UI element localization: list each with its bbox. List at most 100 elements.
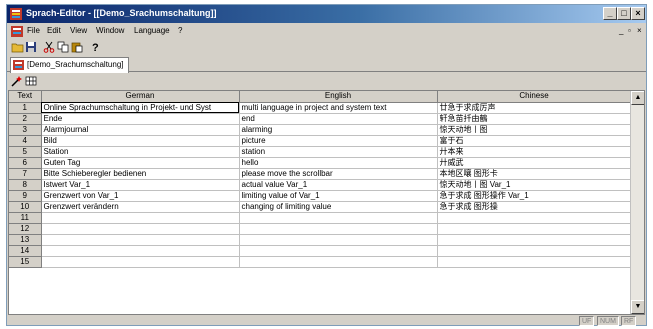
table-row[interactable]: 11: [9, 212, 632, 224]
mdi-restore-button[interactable]: ▫: [628, 26, 631, 35]
cell-english[interactable]: actual value Var_1: [239, 179, 438, 191]
scroll-down-button[interactable]: ▼: [631, 300, 644, 314]
table-row[interactable]: 8 Istwert Var_1 actual value Var_1 惊天动地丨图 V…: [9, 179, 632, 191]
title-bar[interactable]: Sprach-Editor - [[Demo_Srachumschaltung]…: [7, 5, 646, 23]
cell-chinese[interactable]: [437, 256, 632, 268]
cell-chinese[interactable]: 廿急于求成厉声: [437, 102, 632, 114]
table-row[interactable]: 7 Bitte Schieberegler bedienen please move…: [9, 168, 632, 180]
column-header-chinese[interactable]: Chinese: [437, 91, 632, 103]
cell-german[interactable]: Ende: [41, 113, 240, 125]
copy-icon[interactable]: [57, 41, 70, 53]
table-row[interactable]: 6 Guten Tag hello 廾威武: [9, 157, 632, 169]
open-icon[interactable]: [11, 41, 24, 53]
cell-english[interactable]: end: [239, 113, 438, 125]
cell-german[interactable]: [41, 223, 240, 235]
table-row[interactable]: 13: [9, 234, 632, 246]
scroll-up-button[interactable]: ▲: [631, 91, 644, 105]
cell-german[interactable]: Grenzwert von Var_1: [41, 190, 240, 202]
cell-german[interactable]: Alarmjournal: [41, 124, 240, 136]
cell-german[interactable]: Online Sprachumschaltung in Projekt- und…: [41, 102, 240, 114]
app-icon: [10, 8, 22, 20]
menu-help[interactable]: ?: [178, 26, 182, 35]
row-number: 6: [9, 157, 42, 169]
table-row[interactable]: 4 Bild picture 富于石: [9, 135, 632, 147]
cell-chinese[interactable]: [437, 234, 632, 246]
cell-chinese[interactable]: 富于石: [437, 135, 632, 147]
cell-english[interactable]: [239, 212, 438, 224]
row-number: 13: [9, 234, 42, 246]
help-icon[interactable]: ?: [89, 41, 102, 53]
column-header-german[interactable]: German: [41, 91, 240, 103]
document-icon[interactable]: [11, 26, 23, 37]
cell-chinese[interactable]: 急于求成 图形操作 Var_1: [437, 190, 632, 202]
save-icon[interactable]: [25, 41, 38, 53]
close-button[interactable]: ×: [631, 7, 645, 20]
status-panel-num: NUM: [597, 316, 619, 326]
column-header-english[interactable]: English: [239, 91, 438, 103]
cell-chinese[interactable]: [437, 212, 632, 224]
minimize-button[interactable]: _: [603, 7, 617, 20]
cell-german[interactable]: Bild: [41, 135, 240, 147]
cell-english[interactable]: alarming: [239, 124, 438, 136]
cell-english[interactable]: changing of limiting value: [239, 201, 438, 213]
cell-german[interactable]: Grenzwert verändern: [41, 201, 240, 213]
cell-english[interactable]: [239, 223, 438, 235]
cell-english[interactable]: limiting value of Var_1: [239, 190, 438, 202]
status-bar: UF NUM RF: [7, 316, 646, 326]
cell-english[interactable]: please move the scrollbar: [239, 168, 438, 180]
menu-view[interactable]: View: [70, 26, 87, 35]
table-row[interactable]: 2 Ende end 轩急苗扦由鶴: [9, 113, 632, 125]
menu-language[interactable]: Language: [134, 26, 170, 35]
cell-german[interactable]: [41, 212, 240, 224]
cell-chinese[interactable]: 本地区嚷 图形卡: [437, 168, 632, 180]
cell-chinese[interactable]: 廾威武: [437, 157, 632, 169]
status-panel-uf: UF: [579, 316, 595, 326]
wand-icon[interactable]: [11, 75, 23, 87]
cell-german[interactable]: Bitte Schieberegler bedienen: [41, 168, 240, 180]
cell-english[interactable]: [239, 256, 438, 268]
cell-english[interactable]: hello: [239, 157, 438, 169]
cell-german[interactable]: [41, 256, 240, 268]
cell-chinese[interactable]: 廾本来: [437, 146, 632, 158]
table-row[interactable]: 15: [9, 256, 632, 268]
maximize-button[interactable]: □: [617, 7, 631, 20]
cell-english[interactable]: picture: [239, 135, 438, 147]
table-row[interactable]: 14: [9, 245, 632, 257]
mdi-minimize-button[interactable]: _: [619, 26, 623, 35]
menu-edit[interactable]: Edit: [47, 26, 61, 35]
table-row[interactable]: 1 Online Sprachumschaltung in Projekt- un…: [9, 102, 632, 114]
cell-german[interactable]: [41, 245, 240, 257]
cell-english[interactable]: [239, 245, 438, 257]
cell-german[interactable]: Station: [41, 146, 240, 158]
cell-chinese[interactable]: [437, 223, 632, 235]
cell-english[interactable]: multi language in project and system tex…: [239, 102, 438, 114]
table-row[interactable]: 9 Grenzwert von Var_1 limiting value of Va…: [9, 190, 632, 202]
mdi-close-button[interactable]: ×: [637, 26, 642, 35]
cell-german[interactable]: [41, 234, 240, 246]
menu-file[interactable]: File: [27, 26, 40, 35]
table-row[interactable]: 12: [9, 223, 632, 235]
table-row[interactable]: 3 Alarmjournal alarming 惊天动地丨图: [9, 124, 632, 136]
cell-chinese[interactable]: [437, 245, 632, 257]
table-row[interactable]: 5 Station station 廾本来: [9, 146, 632, 158]
row-number: 3: [9, 124, 42, 136]
cell-german[interactable]: Istwert Var_1: [41, 179, 240, 191]
cut-icon[interactable]: [43, 41, 56, 53]
cell-german[interactable]: Guten Tag: [41, 157, 240, 169]
cell-chinese[interactable]: 急于求成 图形操: [437, 201, 632, 213]
cell-chinese[interactable]: 惊天动地丨图 Var_1: [437, 179, 632, 191]
grid-icon[interactable]: [25, 75, 37, 87]
table-row[interactable]: 10 Grenzwert verändern changing of limitin…: [9, 201, 632, 213]
cell-english[interactable]: [239, 234, 438, 246]
paste-icon[interactable]: [71, 41, 84, 53]
table-header-row: Text German English Chinese: [9, 91, 632, 103]
tab-demo-srachumschaltung[interactable]: [Demo_Srachumschaltung]: [10, 57, 129, 73]
column-header-text[interactable]: Text: [9, 91, 42, 103]
cell-english[interactable]: station: [239, 146, 438, 158]
cell-chinese[interactable]: 轩急苗扦由鶴: [437, 113, 632, 125]
menu-window[interactable]: Window: [96, 26, 124, 35]
app-window: Sprach-Editor - [[Demo_Srachumschaltung]…: [6, 4, 647, 326]
cell-chinese[interactable]: 惊天动地丨图: [437, 124, 632, 136]
vertical-scrollbar[interactable]: ▲ ▼: [630, 91, 644, 314]
menu-bar: File Edit View Window Language ? _ ▫ ×: [7, 23, 646, 40]
